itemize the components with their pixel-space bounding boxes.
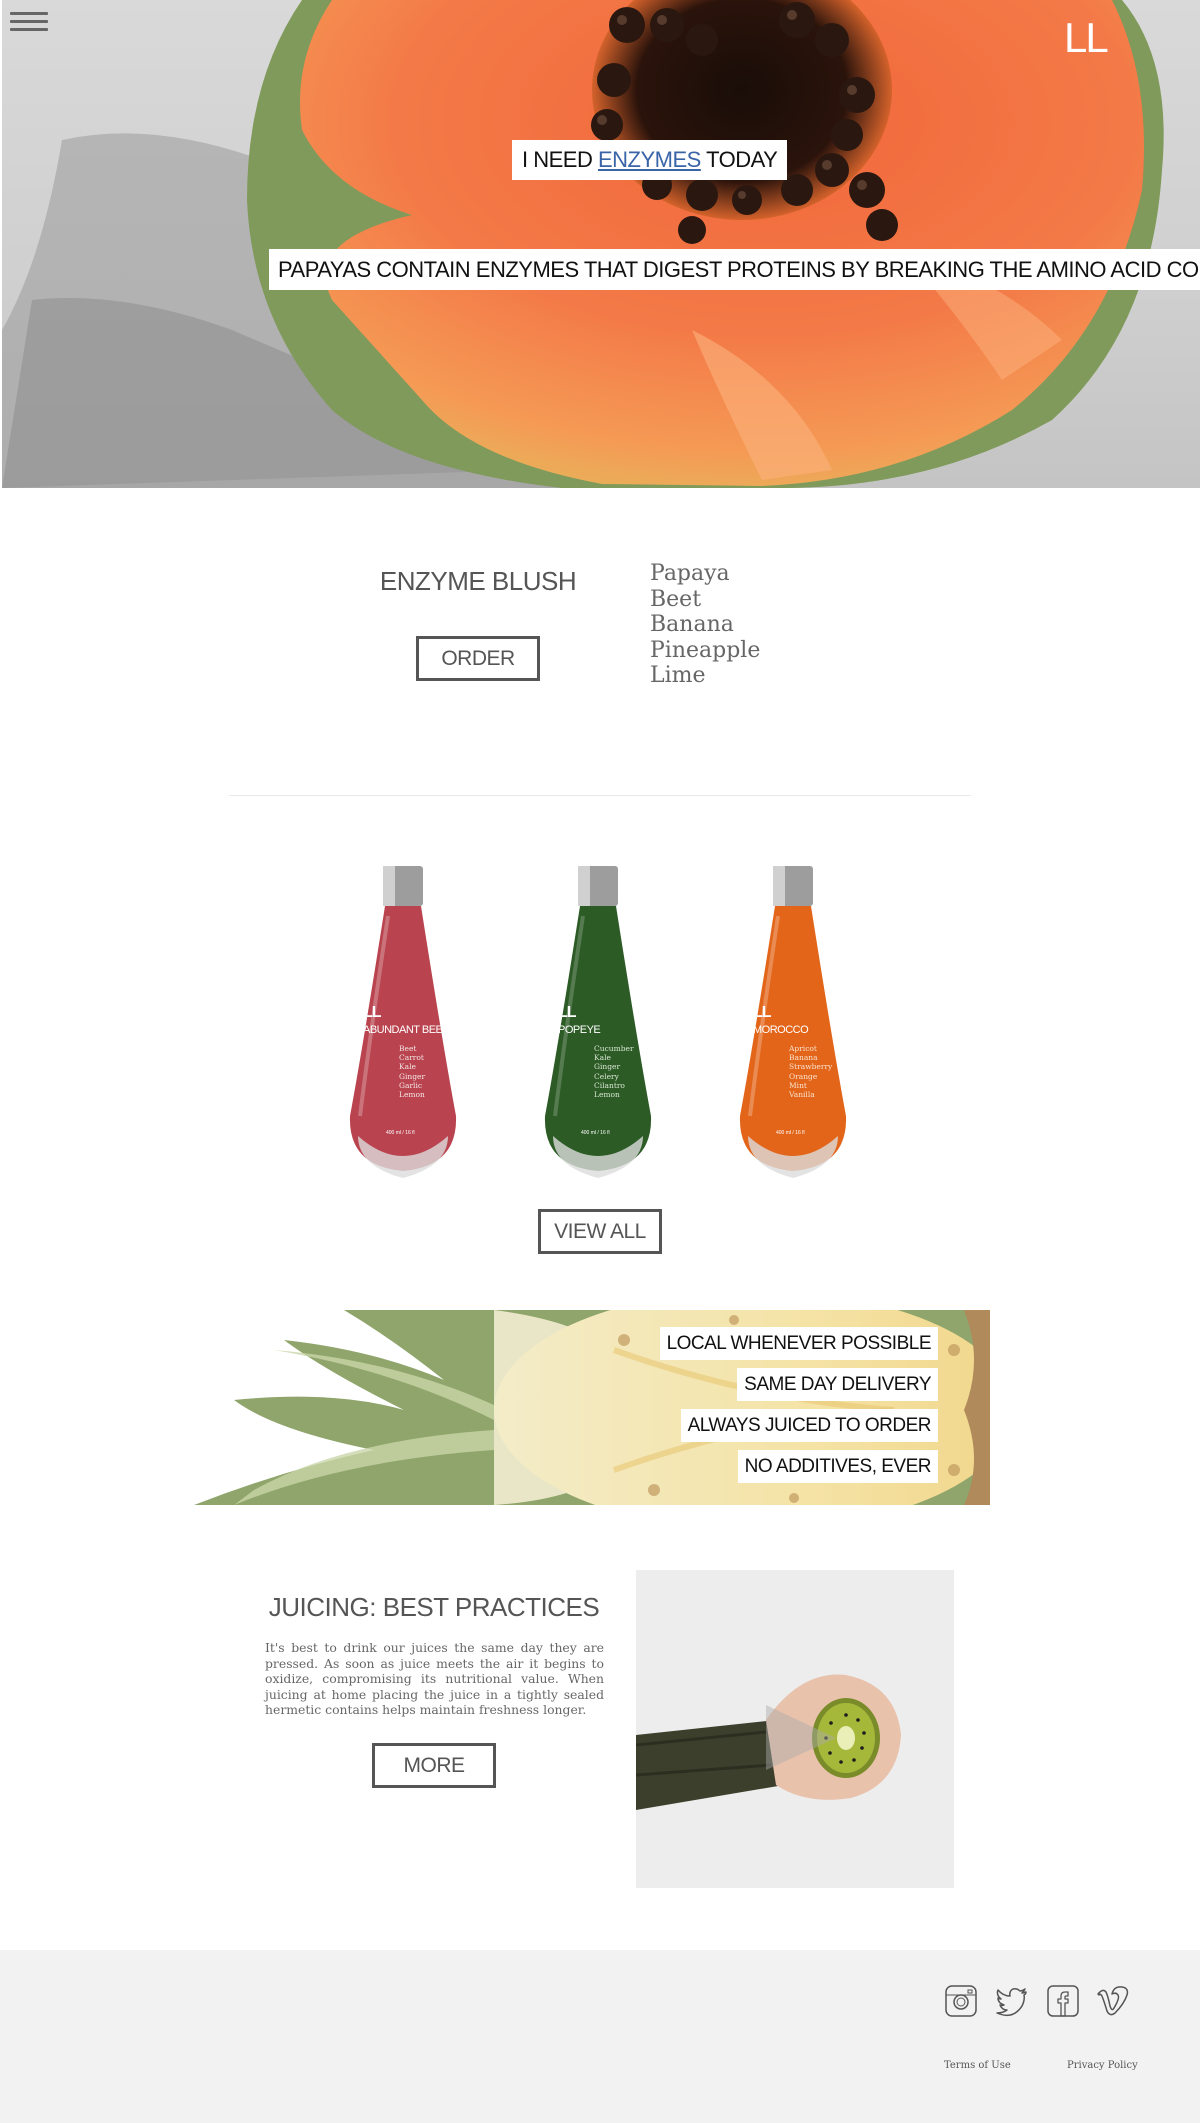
hero-banner: LL I NEED ENZYMES TODAY PAPAYAS CONTAIN …: [2, 0, 1200, 488]
bottle-volume: 400 ml / 16 fl: [776, 1130, 805, 1136]
bottle-ingredient: Kale: [594, 1053, 611, 1063]
product-bottle-popeye[interactable]: LL POPEYE Cucumber Kale Ginger Celery Ci…: [533, 866, 663, 1186]
best-practices-title: JUICING: BEST PRACTICES: [268, 1592, 600, 1622]
hero-tagline: I NEED ENZYMES TODAY: [512, 140, 788, 180]
perk-no-additives: NO ADDITIVES, EVER: [737, 1450, 938, 1483]
twitter-icon[interactable]: [995, 1984, 1029, 2018]
terms-of-use-link[interactable]: Terms of Use: [944, 2060, 1011, 2071]
hero-tag-prefix: I NEED: [522, 147, 593, 172]
bottle-ingredient: Ginger: [594, 1062, 621, 1072]
best-practices-text: It's best to drink our juices the same d…: [265, 1640, 604, 1717]
bottle-ingredient: Vanilla: [789, 1090, 815, 1100]
bottle-ingredient: Ginger: [399, 1071, 426, 1081]
bottle-volume: 400 ml / 16 fl: [581, 1130, 610, 1136]
bottle-ingredients: Beet Carrot Kale Ginger Garlic Lemon: [399, 1044, 425, 1099]
bottle-ingredient: Garlic: [399, 1080, 423, 1090]
bottle-ingredient: Apricot: [789, 1044, 817, 1053]
bottle-ingredient: Banana: [789, 1053, 818, 1063]
bottle-ingredients: Cucumber Kale Ginger Celery Cilantro Lem…: [594, 1044, 634, 1099]
bottle-ingredient: Strawberry: [789, 1062, 833, 1072]
ingredient-item: Lime: [650, 663, 706, 688]
site-footer: Terms of Use Privacy Policy: [0, 1950, 1200, 2123]
kiwi-hand-image: [636, 1570, 954, 1888]
bottle-ingredient: Cucumber: [594, 1044, 634, 1053]
bottle-logo: LL: [558, 1004, 577, 1021]
hamburger-menu-icon[interactable]: [10, 12, 48, 34]
papaya-hero-image: [2, 0, 1164, 488]
bottle-logo: LL: [363, 1004, 382, 1021]
bottle-ingredient: Carrot: [399, 1053, 424, 1063]
bottle-ingredient: Kale: [399, 1062, 416, 1072]
section-divider: [229, 795, 971, 796]
privacy-policy-link[interactable]: Privacy Policy: [1067, 2060, 1138, 2071]
instagram-icon[interactable]: [944, 1984, 978, 2018]
site-logo[interactable]: LL: [1064, 14, 1109, 62]
bottle-ingredient: Lemon: [594, 1090, 620, 1100]
more-button[interactable]: MORE: [372, 1743, 496, 1788]
product-bottle-abundant-beet[interactable]: LL ABUNDANT BEET Beet Carrot Kale Ginger…: [338, 866, 468, 1186]
ingredient-item: Papaya: [650, 561, 730, 586]
ingredient-item: Banana: [650, 612, 734, 637]
bottle-ingredient: Beet: [399, 1044, 417, 1053]
bottle-ingredient: Orange: [789, 1071, 818, 1081]
perk-same-day-delivery: SAME DAY DELIVERY: [737, 1368, 938, 1401]
perk-local: LOCAL WHENEVER POSSIBLE: [659, 1327, 938, 1360]
bottle-ingredient: Mint: [789, 1080, 807, 1090]
order-button[interactable]: ORDER: [416, 636, 540, 681]
bottle-ingredient: Cilantro: [594, 1080, 625, 1090]
ingredient-item: Pineapple: [650, 637, 761, 663]
facebook-icon[interactable]: [1046, 1984, 1080, 2018]
bottle-ingredient: Lemon: [399, 1090, 425, 1100]
bottle-name: MOROCCO: [753, 1024, 809, 1036]
bottle-volume: 400 ml / 16 fl: [386, 1130, 415, 1136]
enzymes-link[interactable]: ENZYMES: [598, 147, 701, 172]
featured-juice-name: ENZYME BLUSH: [379, 566, 577, 596]
vimeo-icon[interactable]: [1096, 1984, 1130, 2018]
product-bottle-morocco[interactable]: LL MOROCCO Apricot Banana Strawberry Ora…: [728, 866, 858, 1186]
view-all-button[interactable]: VIEW ALL: [538, 1209, 662, 1254]
bottle-logo: LL: [753, 1004, 772, 1021]
perk-juiced-to-order: ALWAYS JUICED TO ORDER: [680, 1409, 938, 1442]
bottle-name: ABUNDANT BEET: [363, 1024, 449, 1036]
bottle-ingredient: Celery: [594, 1071, 619, 1081]
kiwi-image: [636, 1570, 954, 1888]
bottle-name: POPEYE: [558, 1024, 601, 1036]
pineapple-perks-banner: LOCAL WHENEVER POSSIBLE SAME DAY DELIVER…: [194, 1310, 990, 1505]
ingredient-item: Beet: [650, 586, 702, 612]
hero-subtitle: PAPAYAS CONTAIN ENZYMES THAT DIGEST PROT…: [269, 249, 1200, 290]
bottle-ingredients: Apricot Banana Strawberry Orange Mint Va…: [789, 1044, 832, 1099]
hero-tag-suffix: TODAY: [706, 147, 778, 172]
featured-ingredient-list: Papaya Beet Banana Pineapple Lime: [650, 561, 760, 689]
